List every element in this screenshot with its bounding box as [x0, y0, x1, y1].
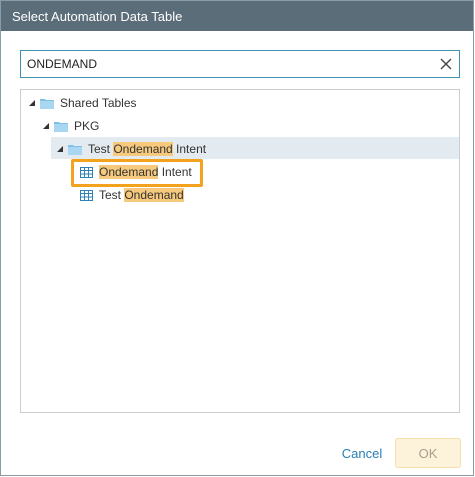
- folder-icon: [68, 143, 82, 155]
- label-suffix: Intent: [172, 142, 207, 156]
- tree-node-label: Test Ondemand: [99, 188, 184, 202]
- tree-node-ondemand-intent-table[interactable]: Ondemand Intent: [80, 161, 192, 183]
- tree-node-test-ondemand-table[interactable]: Test Ondemand: [80, 184, 184, 206]
- tree-node-label: Test Ondemand Intent: [88, 142, 206, 156]
- folder-icon: [40, 97, 54, 109]
- search-match-highlight: Ondemand: [113, 142, 173, 156]
- tree-node-label: Shared Tables: [60, 96, 137, 110]
- search-match-highlight: Ondemand: [124, 188, 184, 202]
- search-box: [20, 50, 460, 78]
- tree-node-label: Ondemand Intent: [99, 165, 192, 179]
- tree-panel: Shared Tables PKG Test Ondemand Intent O…: [20, 89, 460, 413]
- expand-arrow-icon[interactable]: [55, 144, 65, 154]
- tree-node-test-ondemand-intent-folder[interactable]: Test Ondemand Intent: [55, 138, 206, 160]
- search-match-highlight: Ondemand: [99, 165, 159, 179]
- clear-search-button[interactable]: [437, 55, 455, 73]
- tree-node-pkg[interactable]: PKG: [41, 115, 99, 137]
- folder-icon: [54, 120, 68, 132]
- dialog-titlebar: Select Automation Data Table: [1, 1, 473, 31]
- tree-node-label: PKG: [74, 119, 100, 133]
- table-icon: [80, 166, 93, 178]
- ok-button[interactable]: OK: [395, 438, 461, 468]
- close-icon: [440, 58, 452, 70]
- label-prefix: Test: [88, 142, 114, 156]
- table-icon: [80, 189, 93, 201]
- label-suffix: Intent: [158, 165, 192, 179]
- tree-node-shared-tables[interactable]: Shared Tables: [27, 92, 137, 114]
- label-prefix: Test: [99, 188, 125, 202]
- expand-arrow-icon[interactable]: [41, 121, 51, 131]
- cancel-button[interactable]: Cancel: [334, 438, 390, 468]
- search-input[interactable]: [21, 51, 431, 77]
- select-data-table-dialog: Select Automation Data Table Shared Tabl…: [0, 0, 474, 476]
- expand-arrow-icon[interactable]: [27, 98, 37, 108]
- dialog-title: Select Automation Data Table: [12, 8, 183, 24]
